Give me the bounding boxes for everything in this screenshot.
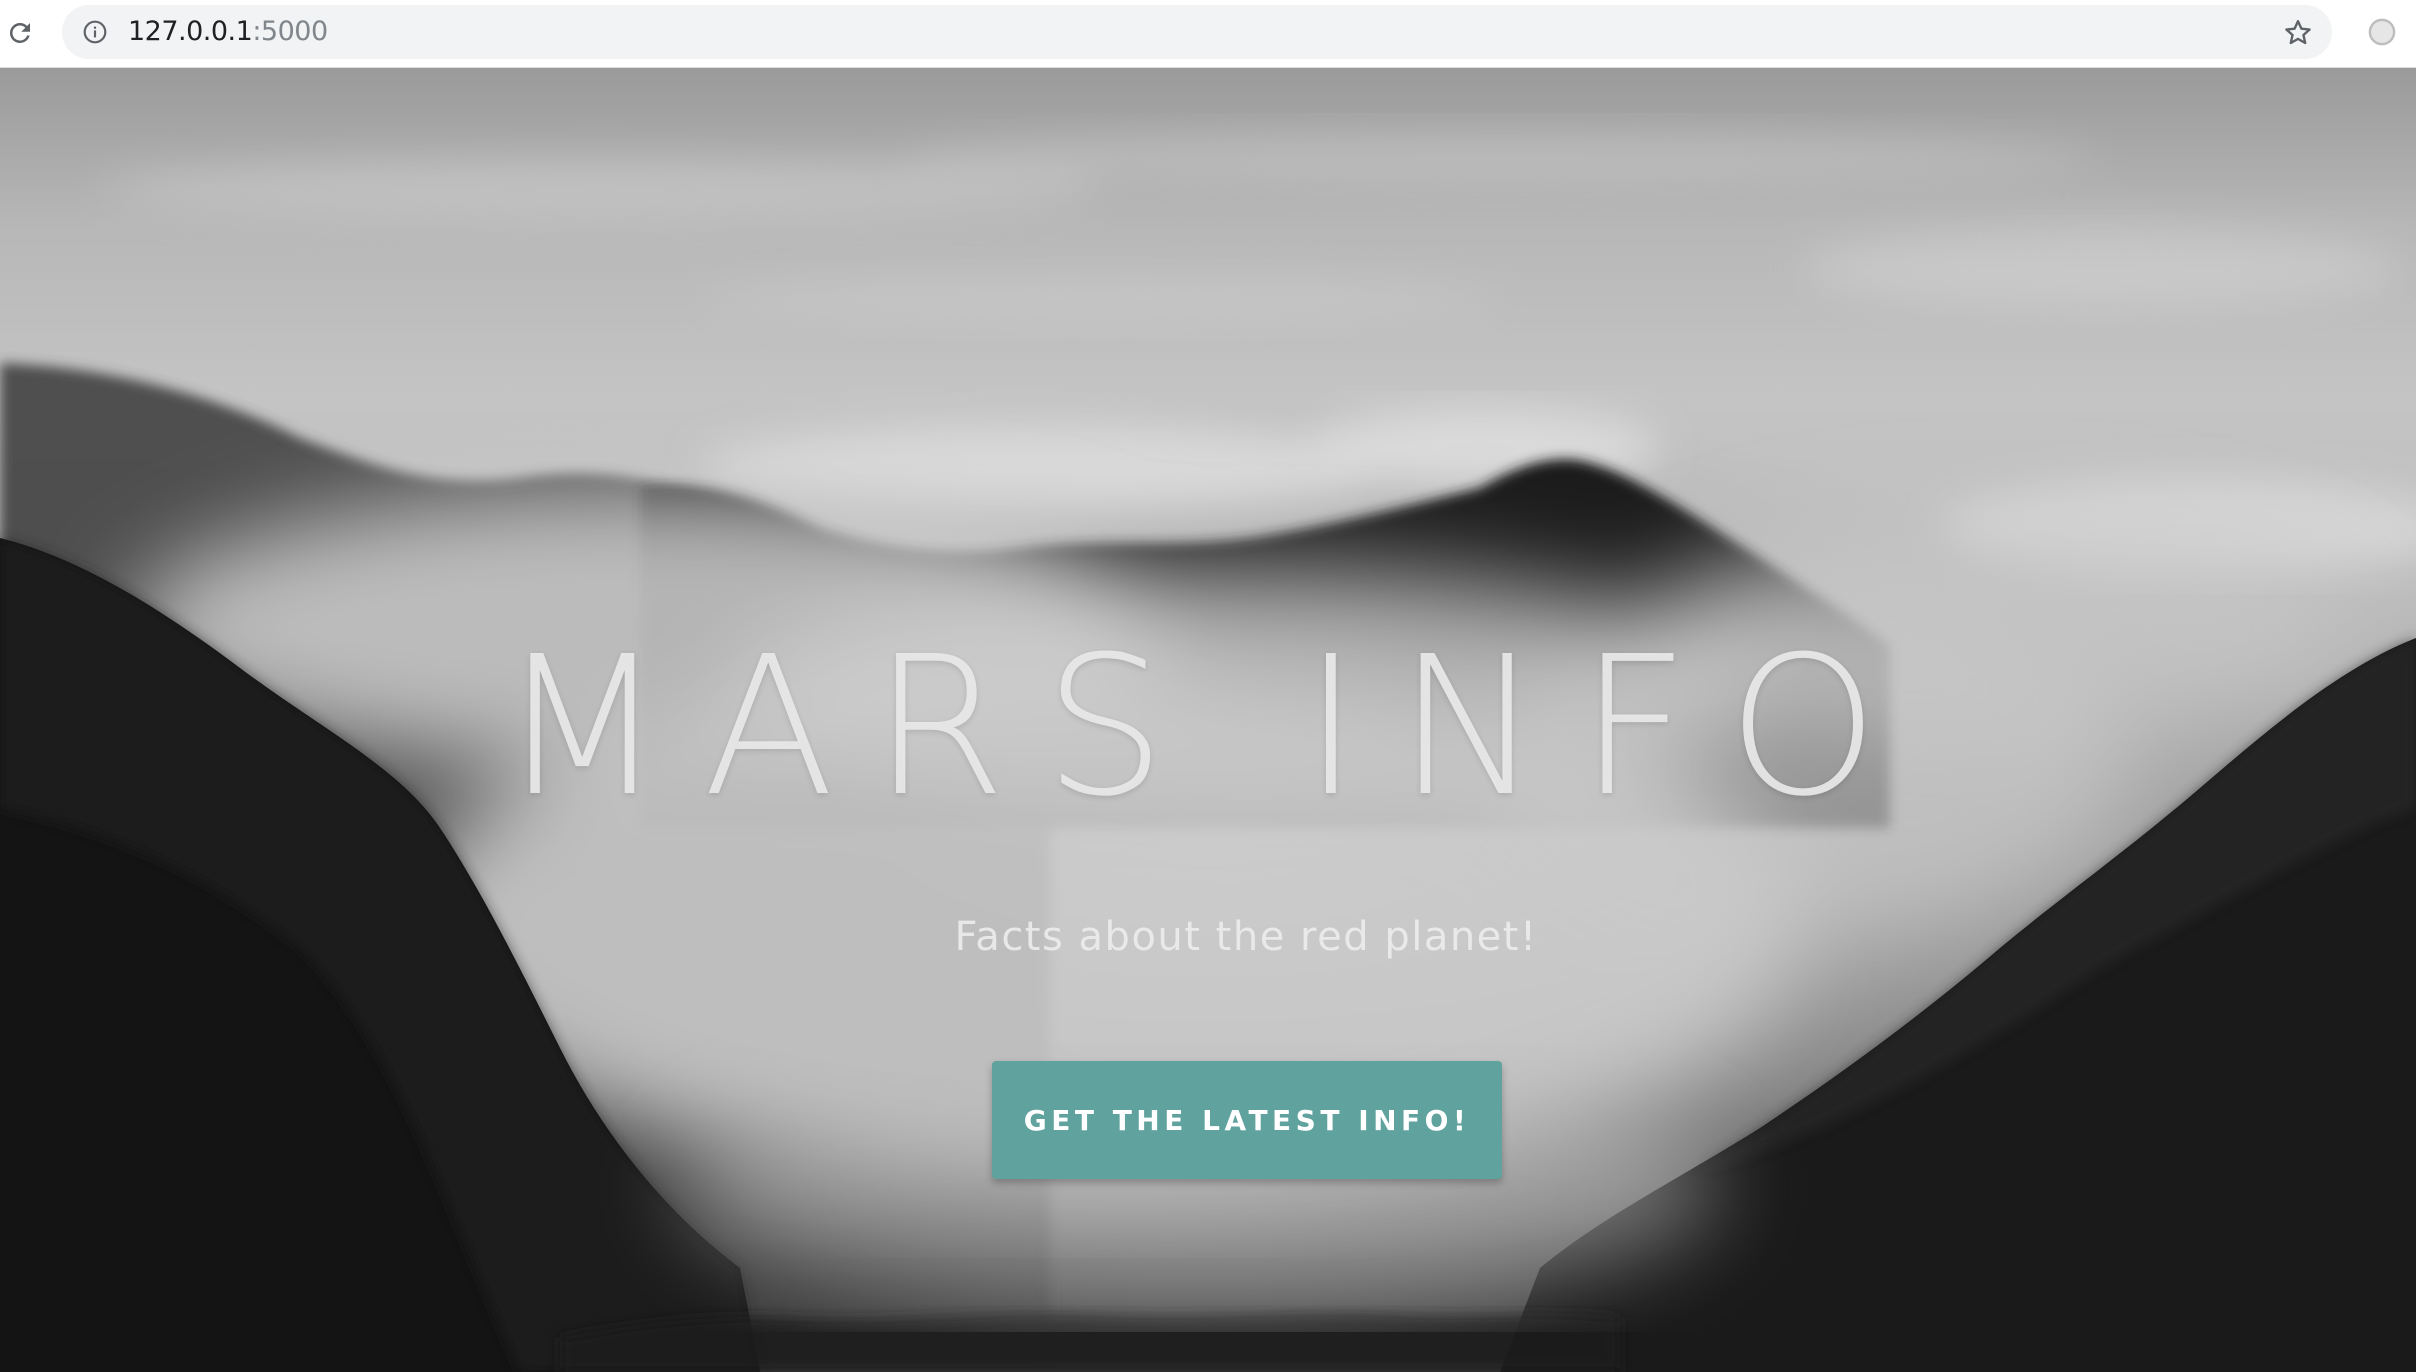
- url-port: :5000: [252, 16, 328, 47]
- info-icon[interactable]: [82, 19, 108, 45]
- page-subtitle: Facts about the red planet!: [954, 914, 1538, 960]
- url-host: 127.0.0.1: [128, 16, 253, 47]
- hero-section: MARS INFO Facts about the red planet! GE…: [0, 68, 2416, 1372]
- url-text[interactable]: 127.0.0.1:5000: [128, 5, 328, 59]
- browser-toolbar: 127.0.0.1:5000: [0, 0, 2416, 68]
- address-bar[interactable]: 127.0.0.1:5000: [62, 5, 2332, 59]
- star-icon[interactable]: [2282, 17, 2314, 49]
- profile-icon[interactable]: [2366, 16, 2398, 48]
- page-title: MARS INFO: [499, 616, 1917, 839]
- get-latest-info-button[interactable]: GET THE LATEST INFO!: [992, 1061, 1502, 1179]
- reload-button[interactable]: [2, 15, 38, 51]
- reload-icon: [9, 22, 31, 43]
